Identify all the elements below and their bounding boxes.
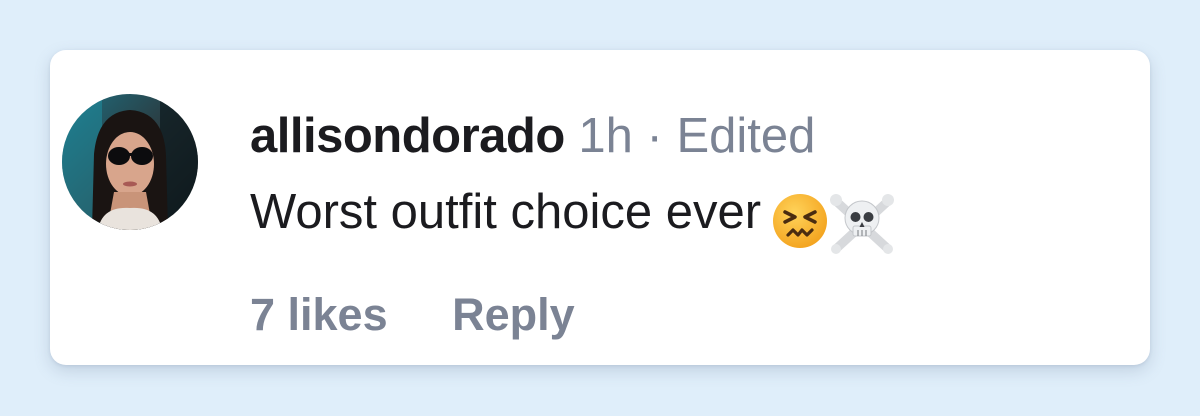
username-link[interactable]: allisondorado — [250, 109, 565, 163]
meta-separator: · — [646, 109, 663, 163]
edited-label: Edited — [676, 109, 816, 163]
avatar[interactable] — [62, 94, 198, 230]
comment-text: Worst outfit choice ever — [250, 185, 762, 239]
comment-actions: 7 likes Reply — [250, 290, 575, 340]
confounded-face-emoji — [773, 194, 828, 248]
likes-count-button[interactable]: 7 likes — [250, 289, 388, 340]
comment-header: allisondorado 1h · Edited — [250, 108, 815, 164]
skull-and-crossbones-emoji — [830, 194, 895, 254]
reply-button[interactable]: Reply — [452, 289, 575, 340]
comment-emojis — [771, 192, 895, 254]
comment-time: 1h — [578, 109, 633, 163]
comment-body: Worst outfit choice ever — [250, 184, 895, 254]
